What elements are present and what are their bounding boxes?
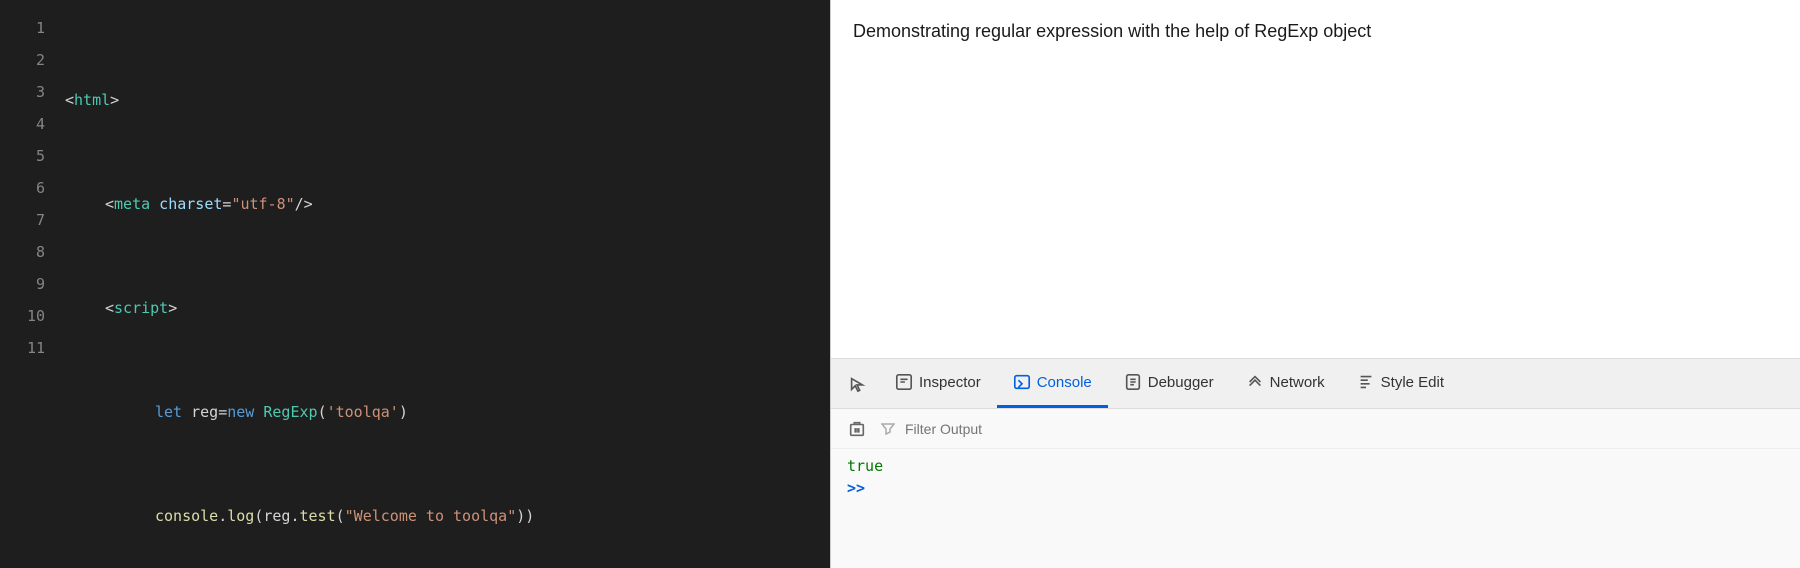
browser-page-text: Demonstrating regular expression with th…: [853, 18, 1778, 45]
console-toolbar: [831, 409, 1800, 449]
devtools-bar: Inspector Console: [831, 358, 1800, 568]
line-num-11: 11: [10, 332, 45, 364]
filter-icon: [881, 422, 895, 436]
code-editor: 1 2 3 4 5 6 7 8 9 10 11 <html> <meta cha…: [0, 0, 830, 568]
line-num-7: 7: [10, 204, 45, 236]
tab-inspector-label: Inspector: [919, 374, 981, 391]
line-num-6: 6: [10, 172, 45, 204]
line-num-5: 5: [10, 140, 45, 172]
console-prompt[interactable]: >>: [847, 479, 1784, 497]
code-content[interactable]: <html> <meta charset="utf-8"/> <script> …: [55, 0, 830, 568]
filter-output-input[interactable]: [905, 421, 1788, 437]
browser-panel: Demonstrating regular expression with th…: [830, 0, 1800, 568]
code-line-1: <html>: [65, 84, 820, 116]
network-icon: [1246, 373, 1264, 391]
code-line-4: let reg= new RegExp ( 'toolqa' ): [65, 396, 820, 428]
line-num-9: 9: [10, 268, 45, 300]
line-num-3: 3: [10, 76, 45, 108]
code-line-2: <meta charset="utf-8"/>: [65, 188, 820, 220]
line-num-10: 10: [10, 300, 45, 332]
devtools-tabs: Inspector Console: [831, 359, 1800, 409]
console-icon: [1013, 373, 1031, 391]
inspector-icon: [895, 373, 913, 391]
pick-element-icon[interactable]: [839, 366, 875, 402]
tab-console-label: Console: [1037, 374, 1092, 391]
tab-inspector[interactable]: Inspector: [879, 359, 997, 408]
line-numbers: 1 2 3 4 5 6 7 8 9 10 11: [0, 0, 55, 568]
tab-style-edit[interactable]: Style Edit: [1341, 359, 1460, 408]
line-num-4: 4: [10, 108, 45, 140]
line-num-2: 2: [10, 44, 45, 76]
tab-network[interactable]: Network: [1230, 359, 1341, 408]
tab-console[interactable]: Console: [997, 359, 1108, 408]
line-num-1: 1: [10, 12, 45, 44]
tab-debugger-label: Debugger: [1148, 374, 1214, 391]
browser-content-area: Demonstrating regular expression with th…: [831, 0, 1800, 358]
code-line-3: <script>: [65, 292, 820, 324]
tab-network-label: Network: [1270, 374, 1325, 391]
code-line-5: console . log (reg. test ( "Welcome to t…: [65, 500, 820, 532]
console-output: true >>: [831, 449, 1800, 505]
clear-console-button[interactable]: [843, 415, 871, 443]
debugger-icon: [1124, 373, 1142, 391]
tab-debugger[interactable]: Debugger: [1108, 359, 1230, 408]
console-result-true: true: [847, 457, 1784, 475]
style-edit-icon: [1357, 373, 1375, 391]
tab-style-edit-label: Style Edit: [1381, 374, 1444, 391]
code-editor-panel: 1 2 3 4 5 6 7 8 9 10 11 <html> <meta cha…: [0, 0, 830, 568]
line-num-8: 8: [10, 236, 45, 268]
